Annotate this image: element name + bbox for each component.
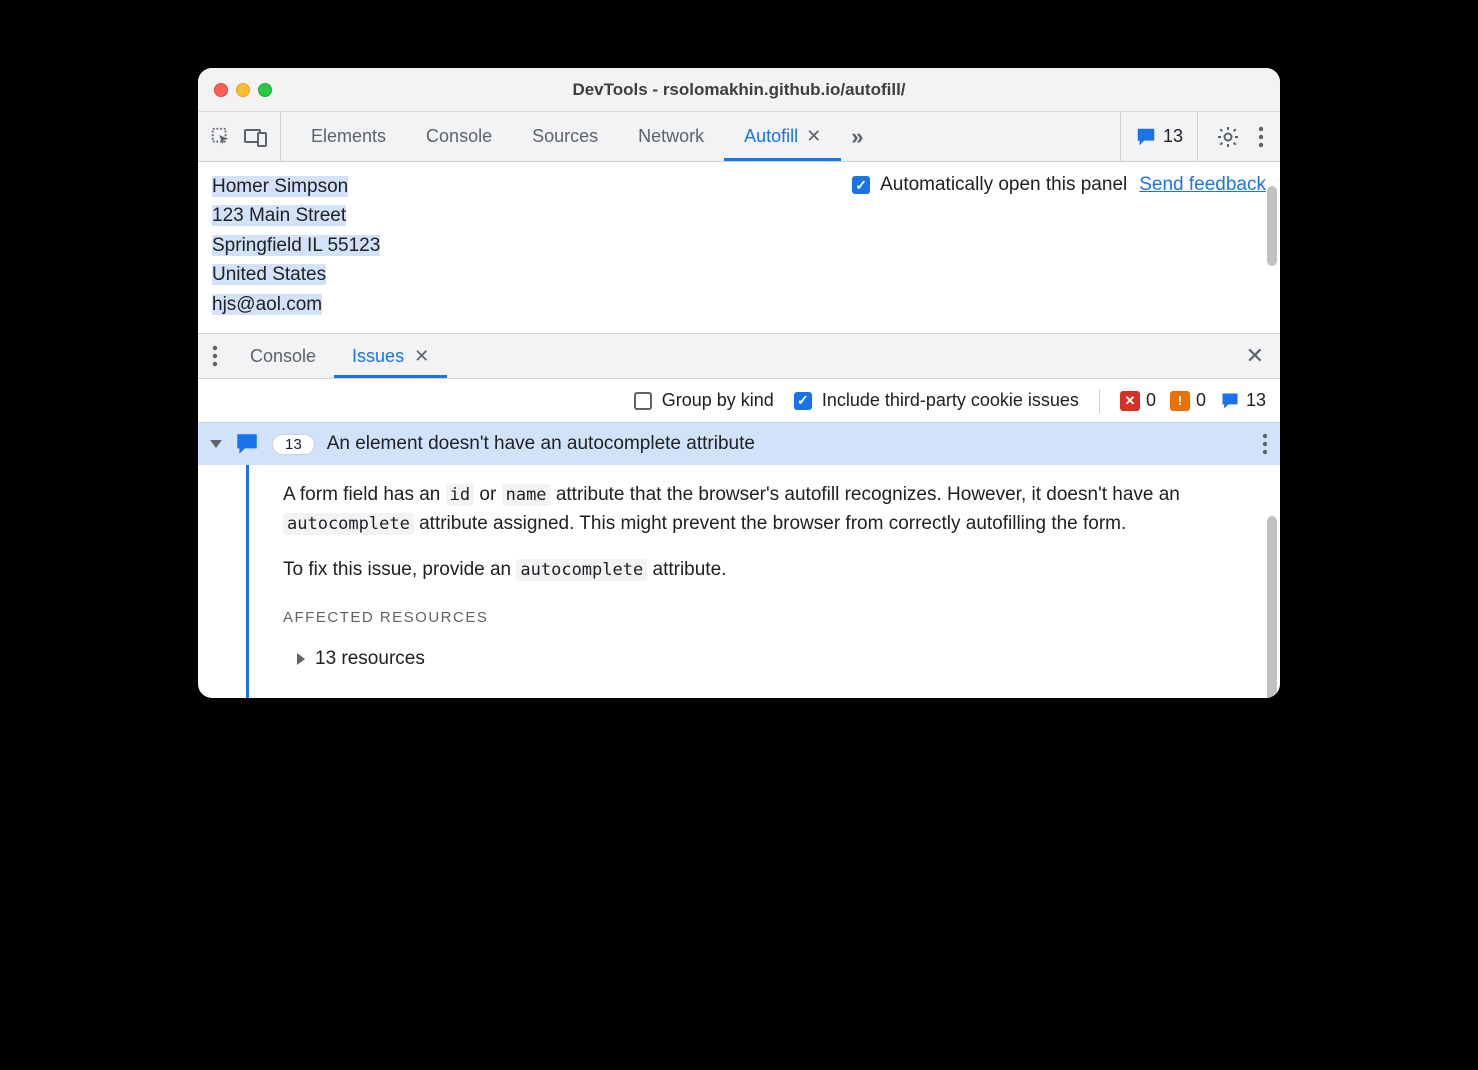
drawer-tab-issues[interactable]: Issues ✕ bbox=[334, 334, 447, 378]
main-tabs: Elements Console Sources Network Autofil… bbox=[281, 112, 1104, 161]
divider bbox=[1099, 389, 1100, 413]
resources-toggle[interactable]: 13 resources bbox=[283, 645, 1240, 674]
close-window-icon[interactable] bbox=[214, 83, 228, 97]
zoom-window-icon[interactable] bbox=[258, 83, 272, 97]
issue-title: An element doesn't have an autocomplete … bbox=[327, 433, 755, 455]
info-issue-icon bbox=[234, 431, 260, 457]
autofill-address-preview: Homer Simpson 123 Main Street Springfiel… bbox=[212, 172, 380, 319]
info-issue-icon bbox=[1135, 126, 1157, 148]
scrollbar[interactable] bbox=[1267, 186, 1277, 266]
affected-resources-label: AFFECTED RESOURCES bbox=[283, 607, 1240, 630]
error-count[interactable]: ✕ 0 bbox=[1120, 390, 1156, 411]
send-feedback-link[interactable]: Send feedback bbox=[1139, 174, 1266, 196]
tab-elements[interactable]: Elements bbox=[291, 112, 406, 161]
info-issue-icon bbox=[1220, 391, 1240, 411]
issue-description-2: To fix this issue, provide an autocomple… bbox=[283, 556, 1240, 585]
minimize-window-icon[interactable] bbox=[236, 83, 250, 97]
issue-menu-icon[interactable] bbox=[1262, 433, 1268, 455]
drawer-tab-console[interactable]: Console bbox=[232, 334, 334, 378]
checkbox-icon bbox=[634, 392, 652, 410]
tab-sources[interactable]: Sources bbox=[512, 112, 618, 161]
drawer-menu-icon[interactable] bbox=[198, 345, 232, 367]
inspect-element-icon[interactable] bbox=[210, 126, 232, 148]
issue-count-badge: 13 bbox=[272, 434, 315, 455]
window-title: DevTools - rsolomakhin.github.io/autofil… bbox=[198, 80, 1280, 100]
issues-toolbar: Group by kind ✓ Include third-party cook… bbox=[198, 379, 1280, 423]
settings-gear-icon[interactable] bbox=[1216, 125, 1240, 149]
close-tab-icon[interactable]: ✕ bbox=[414, 346, 429, 367]
titlebar: DevTools - rsolomakhin.github.io/autofil… bbox=[198, 68, 1280, 112]
drawer-toolbar: Console Issues ✕ ✕ bbox=[198, 333, 1280, 379]
kebab-menu-icon[interactable] bbox=[1258, 126, 1264, 148]
group-by-kind-toggle[interactable]: Group by kind bbox=[634, 390, 774, 411]
chevron-right-icon bbox=[297, 653, 305, 665]
device-toolbar-icon[interactable] bbox=[244, 127, 268, 147]
issue-description-1: A form field has an id or name attribute… bbox=[283, 481, 1240, 538]
info-count[interactable]: 13 bbox=[1220, 390, 1266, 411]
warning-icon: ! bbox=[1170, 391, 1190, 411]
tab-autofill[interactable]: Autofill ✕ bbox=[724, 112, 841, 161]
more-tabs-icon[interactable]: » bbox=[841, 112, 873, 161]
main-toolbar: Elements Console Sources Network Autofil… bbox=[198, 112, 1280, 162]
auto-open-toggle[interactable]: ✓ Automatically open this panel bbox=[852, 174, 1127, 196]
issue-body: A form field has an id or name attribute… bbox=[198, 465, 1280, 698]
include-third-party-toggle[interactable]: ✓ Include third-party cookie issues bbox=[794, 390, 1079, 411]
tab-console[interactable]: Console bbox=[406, 112, 512, 161]
issue-counts: ✕ 0 ! 0 13 bbox=[1120, 390, 1266, 411]
tab-network[interactable]: Network bbox=[618, 112, 724, 161]
close-drawer-icon[interactable]: ✕ bbox=[1230, 343, 1280, 369]
checkbox-icon: ✓ bbox=[852, 176, 870, 194]
checkbox-icon: ✓ bbox=[794, 392, 812, 410]
issue-row-header[interactable]: 13 An element doesn't have an autocomple… bbox=[198, 423, 1280, 465]
error-icon: ✕ bbox=[1120, 391, 1140, 411]
window-controls bbox=[198, 83, 272, 97]
scrollbar[interactable] bbox=[1267, 516, 1277, 698]
close-tab-icon[interactable]: ✕ bbox=[806, 126, 821, 147]
warning-count[interactable]: ! 0 bbox=[1170, 390, 1206, 411]
autofill-panel: Homer Simpson 123 Main Street Springfiel… bbox=[198, 162, 1280, 333]
chevron-down-icon bbox=[210, 440, 222, 448]
issues-counter[interactable]: 13 bbox=[1120, 112, 1198, 161]
devtools-window: DevTools - rsolomakhin.github.io/autofil… bbox=[198, 68, 1280, 698]
